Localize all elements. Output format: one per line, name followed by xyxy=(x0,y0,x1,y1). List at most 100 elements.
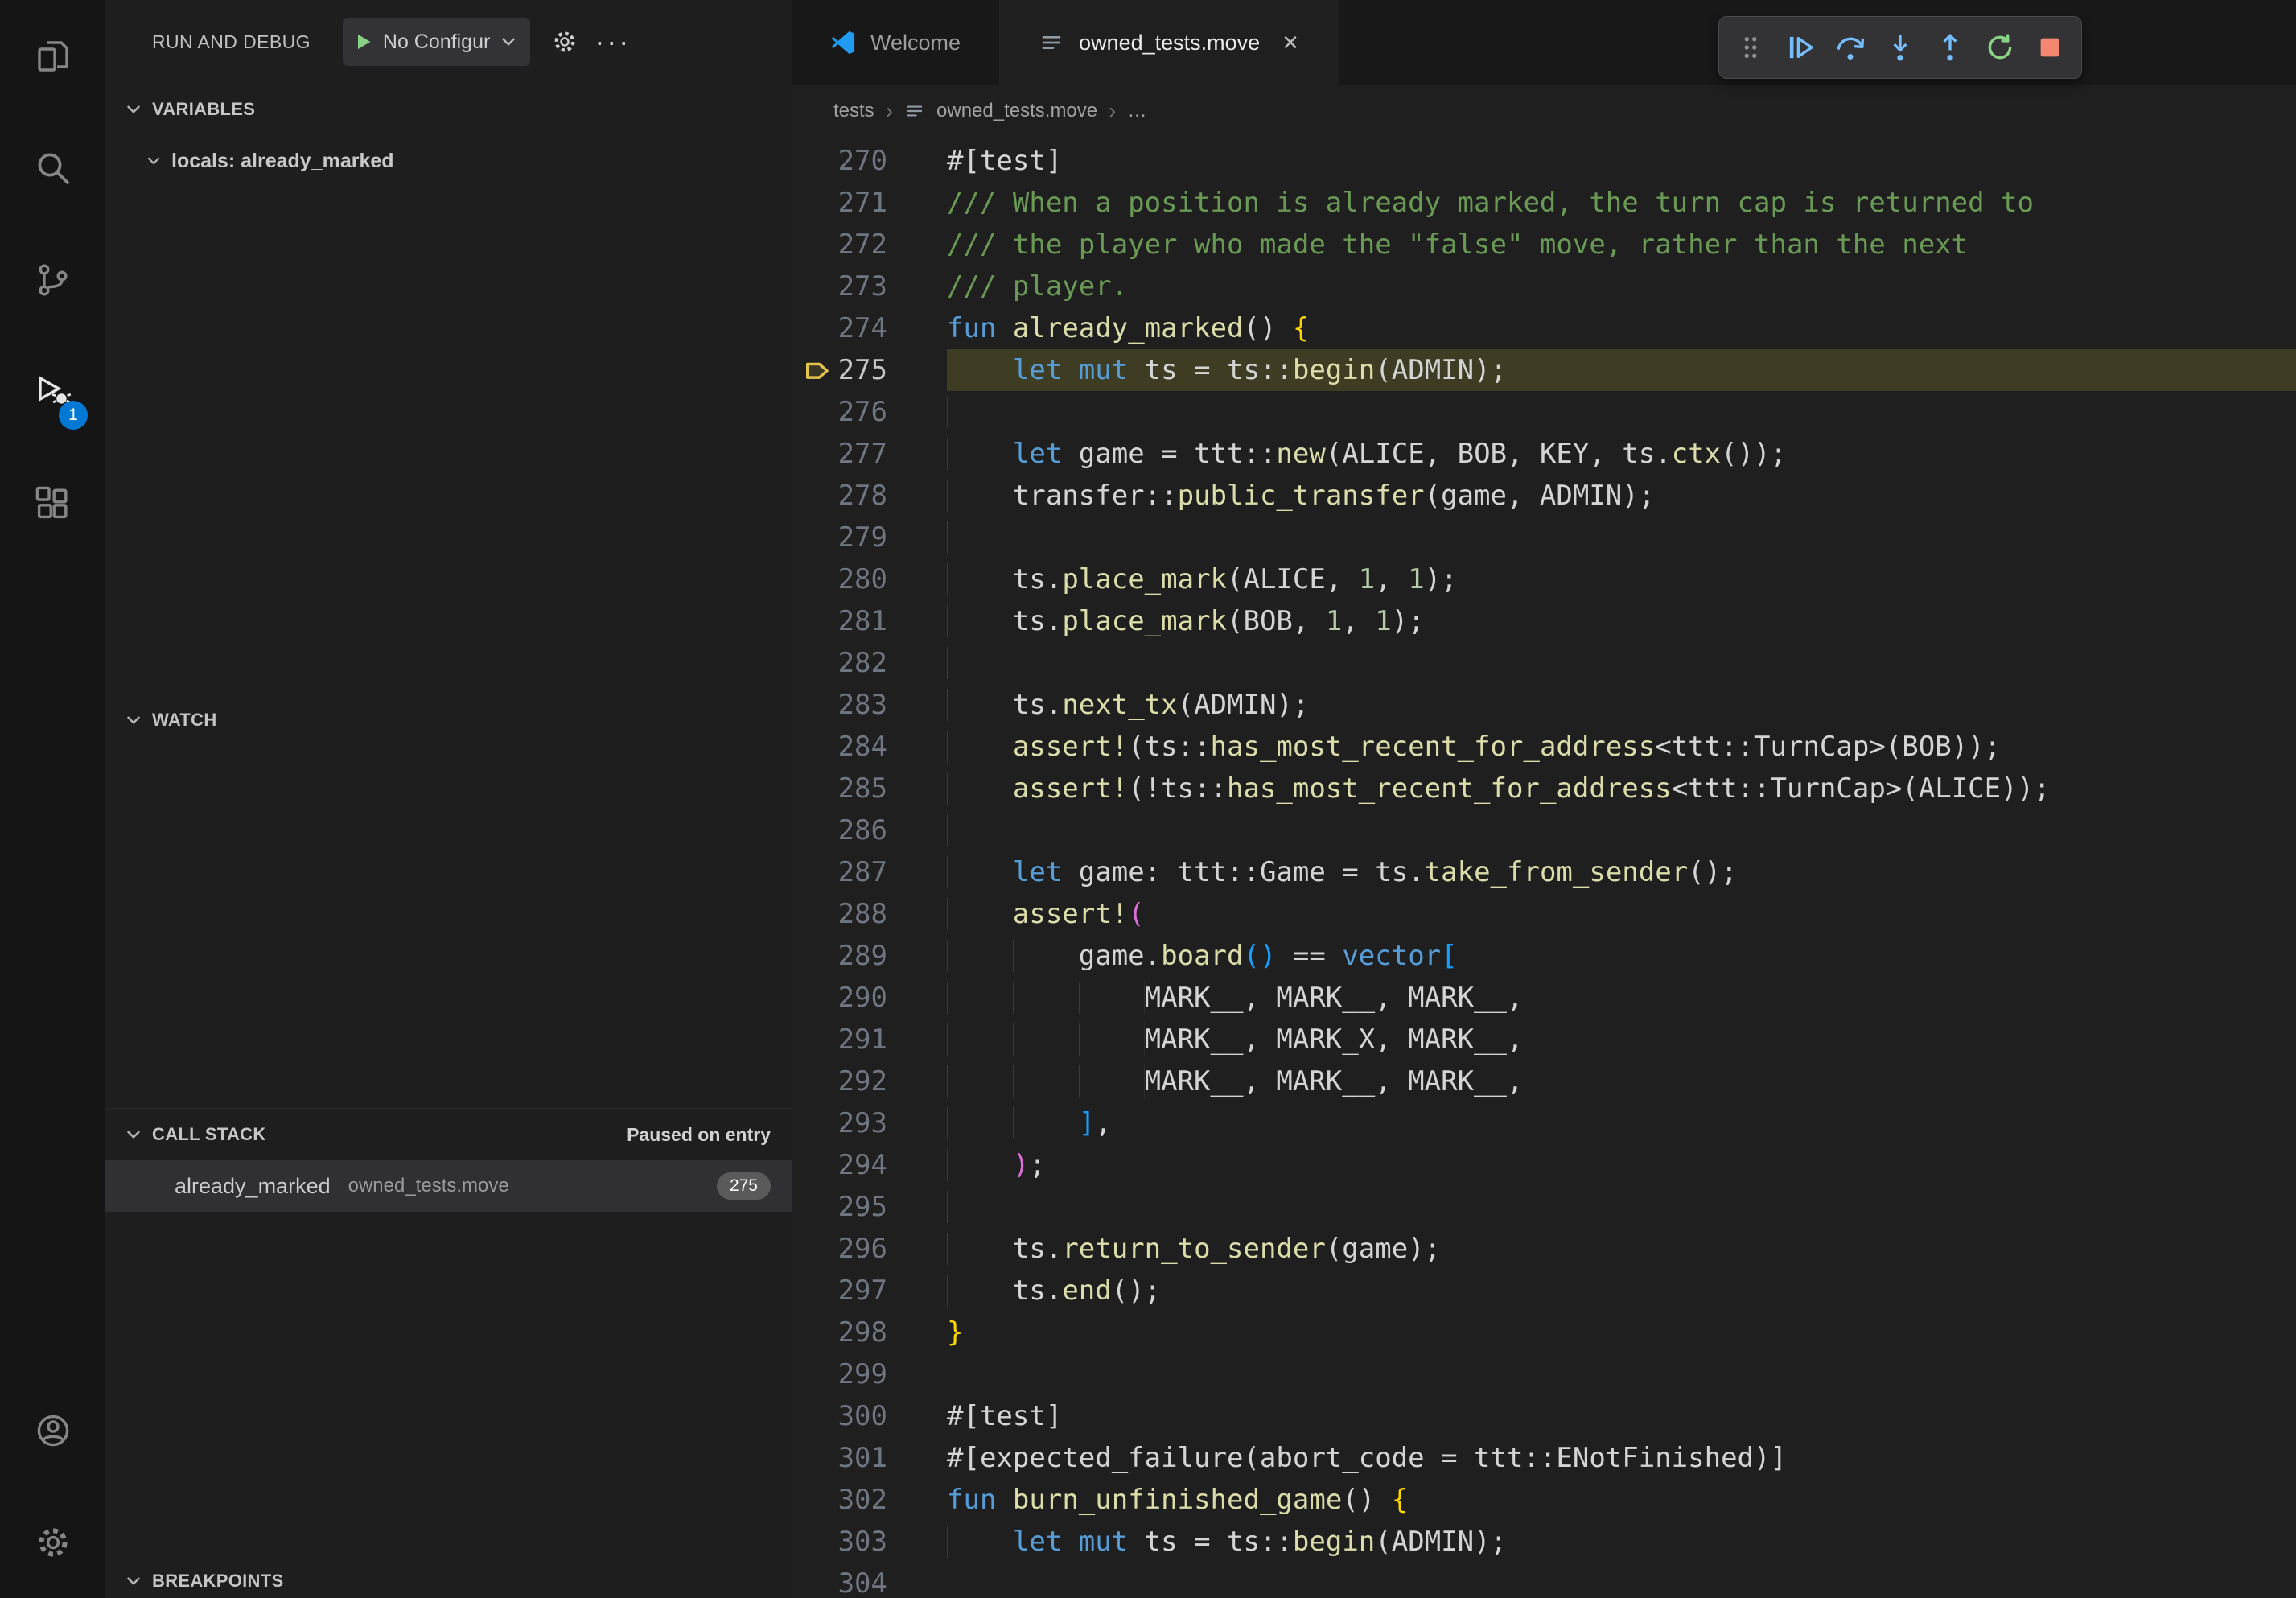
close-icon[interactable]: × xyxy=(1282,29,1298,56)
code-line-content[interactable]: MARK__, MARK__, MARK__, xyxy=(947,977,2296,1019)
gutter[interactable]: 278 xyxy=(792,475,947,517)
code-line-content[interactable]: ], xyxy=(947,1102,2296,1144)
code-line-286[interactable]: 286 xyxy=(792,809,2296,851)
debug-settings-button[interactable] xyxy=(551,28,578,56)
code-line-content[interactable]: let mut ts = ts::begin(ADMIN); xyxy=(947,349,2296,391)
code-line-content[interactable]: /// the player who made the "false" move… xyxy=(947,224,2296,266)
watch-section-header[interactable]: WATCH xyxy=(105,694,792,746)
code-line-content[interactable]: /// player. xyxy=(947,266,2296,307)
code-line-294[interactable]: 294 ); xyxy=(792,1144,2296,1186)
code-line-302[interactable]: 302fun burn_unfinished_game() { xyxy=(792,1479,2296,1521)
toolbar-drag-handle[interactable] xyxy=(1727,24,1774,71)
code-line-283[interactable]: 283 ts.next_tx(ADMIN); xyxy=(792,684,2296,726)
code-line-content[interactable]: ); xyxy=(947,1144,2296,1186)
code-line-content[interactable]: ts.place_mark(BOB, 1, 1); xyxy=(947,600,2296,642)
step-out-button[interactable] xyxy=(1927,24,1973,71)
code-line-content[interactable]: #[expected_failure(abort_code = ttt::ENo… xyxy=(947,1437,2296,1479)
breakpoints-section-header[interactable]: BREAKPOINTS xyxy=(105,1555,792,1598)
call-stack-section-header[interactable]: CALL STACK Paused on entry xyxy=(105,1109,792,1160)
gutter[interactable]: 301 xyxy=(792,1437,947,1479)
restart-button[interactable] xyxy=(1977,24,2023,71)
code-line-300[interactable]: 300#[test] xyxy=(792,1395,2296,1437)
debug-config-dropdown[interactable]: No Configur xyxy=(343,18,530,66)
code-line-295[interactable]: 295 xyxy=(792,1186,2296,1228)
code-line-content[interactable] xyxy=(947,1186,2296,1228)
code-line-288[interactable]: 288 assert!( xyxy=(792,893,2296,935)
more-actions-button[interactable]: ··· xyxy=(595,25,631,59)
gutter[interactable]: 275 xyxy=(792,349,947,391)
code-line-299[interactable]: 299 xyxy=(792,1353,2296,1395)
code-area[interactable]: 270#[test]271/// When a position is alre… xyxy=(792,137,2296,1598)
code-line-291[interactable]: 291 MARK__, MARK_X, MARK__, xyxy=(792,1019,2296,1061)
gutter[interactable]: 298 xyxy=(792,1312,947,1353)
gutter[interactable]: 276 xyxy=(792,391,947,433)
tab-owned-tests-move[interactable]: owned_tests.move × xyxy=(1000,0,1338,85)
activity-item-search[interactable] xyxy=(0,112,105,224)
code-line-281[interactable]: 281 ts.place_mark(BOB, 1, 1); xyxy=(792,600,2296,642)
code-line-content[interactable]: ts.end(); xyxy=(947,1270,2296,1312)
stop-button[interactable] xyxy=(2026,24,2073,71)
code-line-279[interactable]: 279 xyxy=(792,517,2296,558)
gutter[interactable]: 271 xyxy=(792,182,947,224)
code-line-303[interactable]: 303 let mut ts = ts::begin(ADMIN); xyxy=(792,1521,2296,1563)
code-line-content[interactable]: #[test] xyxy=(947,140,2296,182)
gutter[interactable]: 300 xyxy=(792,1395,947,1437)
gutter[interactable]: 289 xyxy=(792,935,947,977)
code-line-content[interactable]: let game: ttt::Game = ts.take_from_sende… xyxy=(947,851,2296,893)
code-line-content[interactable]: assert!( xyxy=(947,893,2296,935)
code-line-298[interactable]: 298} xyxy=(792,1312,2296,1353)
gutter[interactable]: 288 xyxy=(792,893,947,935)
code-line-content[interactable]: ts.next_tx(ADMIN); xyxy=(947,684,2296,726)
code-line-296[interactable]: 296 ts.return_to_sender(game); xyxy=(792,1228,2296,1270)
code-line-content[interactable]: fun already_marked() { xyxy=(947,307,2296,349)
activity-item-extensions[interactable] xyxy=(0,447,105,559)
gutter[interactable]: 292 xyxy=(792,1061,947,1102)
code-line-301[interactable]: 301#[expected_failure(abort_code = ttt::… xyxy=(792,1437,2296,1479)
code-line-287[interactable]: 287 let game: ttt::Game = ts.take_from_s… xyxy=(792,851,2296,893)
code-line-content[interactable] xyxy=(947,1353,2296,1395)
code-line-content[interactable]: assert!(!ts::has_most_recent_for_address… xyxy=(947,768,2296,809)
gutter[interactable]: 286 xyxy=(792,809,947,851)
gutter[interactable]: 279 xyxy=(792,517,947,558)
code-line-278[interactable]: 278 transfer::public_transfer(game, ADMI… xyxy=(792,475,2296,517)
code-line-280[interactable]: 280 ts.place_mark(ALICE, 1, 1); xyxy=(792,558,2296,600)
code-line-content[interactable] xyxy=(947,809,2296,851)
step-over-button[interactable] xyxy=(1827,24,1874,71)
gutter[interactable]: 295 xyxy=(792,1186,947,1228)
code-line-274[interactable]: 274fun already_marked() { xyxy=(792,307,2296,349)
code-line-content[interactable]: game.board() == vector[ xyxy=(947,935,2296,977)
code-line-content[interactable]: fun burn_unfinished_game() { xyxy=(947,1479,2296,1521)
gutter[interactable]: 274 xyxy=(792,307,947,349)
code-line-content[interactable]: let mut ts = ts::begin(ADMIN); xyxy=(947,1521,2296,1563)
gutter[interactable]: 272 xyxy=(792,224,947,266)
code-line-293[interactable]: 293 ], xyxy=(792,1102,2296,1144)
gutter[interactable]: 296 xyxy=(792,1228,947,1270)
breadcrumb-item-tests[interactable]: tests xyxy=(833,100,874,122)
code-line-273[interactable]: 273/// player. xyxy=(792,266,2296,307)
code-line-304[interactable]: 304 xyxy=(792,1563,2296,1598)
gutter[interactable]: 290 xyxy=(792,977,947,1019)
variables-section-header[interactable]: VARIABLES xyxy=(105,84,792,135)
gutter[interactable]: 283 xyxy=(792,684,947,726)
code-line-content[interactable] xyxy=(947,642,2296,684)
gutter[interactable]: 284 xyxy=(792,726,947,768)
code-line-content[interactable]: } xyxy=(947,1312,2296,1353)
gutter[interactable]: 277 xyxy=(792,433,947,475)
gutter[interactable]: 273 xyxy=(792,266,947,307)
code-line-290[interactable]: 290 MARK__, MARK__, MARK__, xyxy=(792,977,2296,1019)
call-stack-frame-row[interactable]: already_marked owned_tests.move 275 xyxy=(105,1160,792,1212)
gutter[interactable]: 285 xyxy=(792,768,947,809)
gutter[interactable]: 302 xyxy=(792,1479,947,1521)
activity-item-account[interactable] xyxy=(0,1374,105,1486)
gutter[interactable]: 304 xyxy=(792,1563,947,1598)
locals-scope-row[interactable]: locals: already_marked xyxy=(105,135,792,187)
gutter[interactable]: 280 xyxy=(792,558,947,600)
activity-item-explorer[interactable] xyxy=(0,0,105,112)
gutter[interactable]: 303 xyxy=(792,1521,947,1563)
code-line-content[interactable]: #[test] xyxy=(947,1395,2296,1437)
code-line-272[interactable]: 272/// the player who made the "false" m… xyxy=(792,224,2296,266)
gutter[interactable]: 281 xyxy=(792,600,947,642)
code-line-285[interactable]: 285 assert!(!ts::has_most_recent_for_add… xyxy=(792,768,2296,809)
code-line-271[interactable]: 271/// When a position is already marked… xyxy=(792,182,2296,224)
code-line-292[interactable]: 292 MARK__, MARK__, MARK__, xyxy=(792,1061,2296,1102)
